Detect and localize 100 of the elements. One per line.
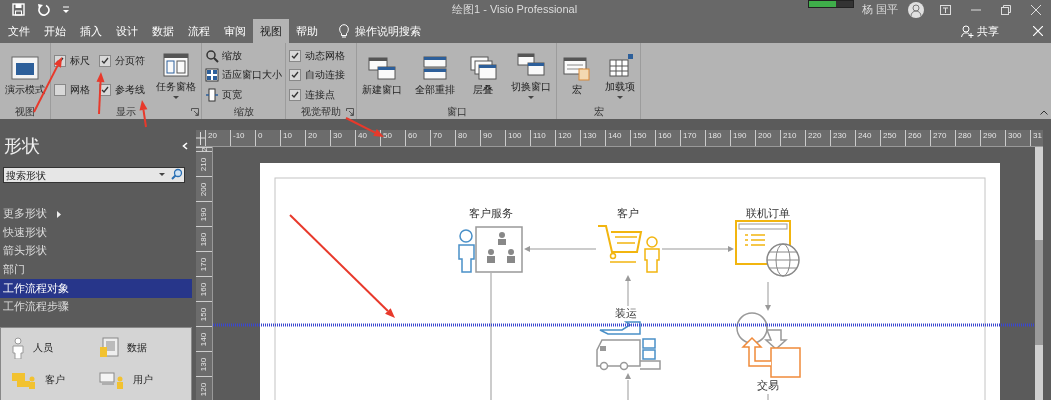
ribbon-tab[interactable]: 帮助 [289,19,325,43]
ribbon-tab[interactable]: 插入 [73,19,109,43]
ruler-label: 150 [633,131,647,140]
windows-icon [516,52,546,78]
checkbox[interactable] [54,84,66,97]
ruler-label: 270 [933,131,947,140]
ruler-label: 120 [199,382,209,396]
connector [625,373,631,400]
checkbox[interactable] [289,49,301,62]
dialog-launcher-icon[interactable] [346,108,354,116]
stencil-category[interactable]: 工作流程步骤 [0,297,192,317]
ribbon-button[interactable]: 页宽 [205,88,282,103]
checkbox[interactable] [289,69,301,82]
group-label: 视觉帮助 [301,105,341,119]
cascade-icon [468,54,498,81]
customize-menu-icon[interactable] [62,5,70,14]
checkbox[interactable] [289,89,301,102]
group-label: 宏 [592,105,605,119]
ribbon-button[interactable]: 新建窗口 [360,52,404,99]
ribbon-button[interactable]: 适应窗口大小 [205,68,282,83]
ruler-label: 150 [199,307,209,321]
ruler-label: 31 [1033,131,1042,140]
ribbon-button[interactable]: 加载项 [603,50,637,101]
ruler-label: 100 [508,131,522,140]
ruler-label: 20 [308,131,317,140]
ribbon-checkbox[interactable]: 参考线 [99,83,145,98]
ribbon-checkbox[interactable]: 自动连接 [289,68,345,83]
ribbon-tab[interactable]: 流程 [181,19,217,43]
ruler-label: 180 [199,232,209,246]
stencil-category[interactable]: 箭头形状 [0,242,192,261]
undo-icon[interactable] [37,3,50,16]
ruler-label: 110 [533,131,546,140]
ruler-label: 240 [858,131,872,140]
tell-me-search[interactable]: 操作说明搜索 [355,23,421,39]
connector [625,275,631,307]
ribbon-button[interactable]: 任务窗格 [154,50,198,101]
checkmark-icon [290,50,300,61]
page-width-icon [205,88,219,103]
ruler-label: 200 [199,182,209,196]
dialog-launcher-icon[interactable] [191,108,199,116]
ruler-label: 30 [333,131,342,140]
guide-line[interactable] [213,323,1035,327]
collapse-ribbon-icon[interactable] [1040,110,1048,115]
close-icon[interactable] [1031,4,1041,15]
ribbon-button[interactable]: 切换窗口 [509,50,553,101]
stencil-category[interactable]: 更多形状 [0,205,192,224]
save-icon[interactable] [12,3,25,16]
ribbon-tab[interactable]: 开始 [37,19,73,43]
ruler-label: 160 [658,131,672,140]
shape-label: 装运 [615,307,637,319]
ribbon-button[interactable]: 宏 [560,52,594,99]
ruler-label: 260 [908,131,922,140]
ribbon-tab[interactable]: 设计 [109,19,145,43]
ribbon-checkbox[interactable]: 连接点 [289,88,345,103]
scrollbar[interactable] [1035,147,1043,400]
shape-label: 交易 [757,379,779,391]
ruler-label: 170 [199,257,209,271]
group-label: 显示 [115,105,137,119]
ruler-label: 250 [883,131,897,140]
checkbox[interactable] [99,54,111,67]
exchange-icon [736,312,801,378]
add-person-icon [961,24,974,38]
stencil-category[interactable]: 快速形状 [0,223,192,243]
stencil-category[interactable]: 部门 [0,260,192,280]
ribbon-button[interactable]: 层叠 [466,52,500,99]
screen-icon [10,54,40,81]
ribbon-checkbox[interactable]: 动态网格 [289,48,345,63]
collapse-icon[interactable] [182,142,188,150]
lightbulb-icon[interactable] [339,24,349,38]
ruler-label: 60 [408,131,417,140]
ribbon-checkbox[interactable]: 网格 [54,83,90,98]
ribbon-button[interactable]: 全部重排 [413,52,457,99]
ruler-label: 80 [458,131,467,140]
ribbon-button[interactable]: 缩放 [205,48,282,63]
ruler-label: 200 [758,131,772,140]
ruler-label: 210 [783,131,797,140]
ruler-label: 20 [208,131,217,140]
ribbon-checkbox[interactable]: 分页符 [99,53,145,68]
avatar-icon[interactable] [908,1,924,18]
connector [767,393,769,400]
ribbon-display-icon[interactable] [940,4,951,15]
ribbon-tab[interactable]: 文件 [1,19,37,43]
stencil-category[interactable]: 工作流程对象 [0,279,192,298]
group-label: 窗口 [445,105,468,119]
ribbon-tab[interactable]: 数据 [145,19,181,43]
dropdown-icon[interactable] [159,172,165,176]
search-icon[interactable] [171,168,183,180]
ruler-label: 10 [283,131,292,140]
truck-icon [596,321,661,371]
restore-icon[interactable] [1001,4,1011,15]
scrollbar-thumb[interactable] [1035,240,1043,345]
ruler-label: 290 [983,131,997,140]
search-field[interactable]: 搜索形状 [3,167,185,183]
ribbon-tab[interactable]: 视图 [253,19,289,43]
share-button[interactable]: 共享 [955,19,1005,43]
ruler-label: 130 [199,357,209,371]
ribbon-tab[interactable]: 审阅 [217,19,253,43]
ruler-label: 140 [608,131,622,140]
customer-service-icon [458,226,523,273]
ruler-label: 300 [1008,131,1022,140]
